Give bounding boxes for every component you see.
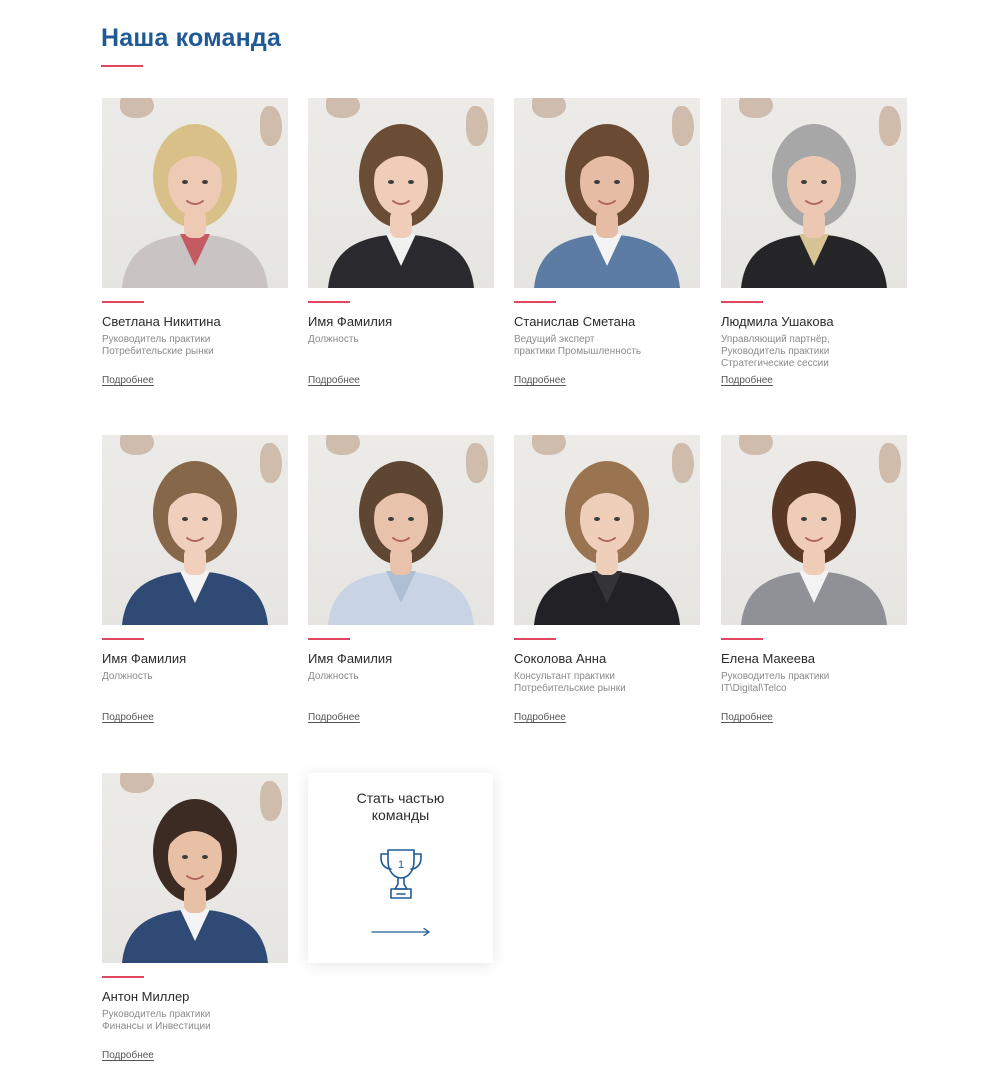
more-link[interactable]: Подробнее <box>308 712 360 723</box>
member-role: Управляющий партнёр, Руководитель практи… <box>721 334 830 369</box>
trophy-icon: 1 <box>380 849 422 899</box>
more-link[interactable]: Подробнее <box>102 712 154 723</box>
team-member-card: Елена Макеева Руководитель практики IT\D… <box>721 435 907 725</box>
team-member-card: Антон Миллер Руководитель практики Финан… <box>102 773 288 1063</box>
card-divider <box>102 638 144 640</box>
member-role: Должность <box>308 671 359 682</box>
team-member-card: Имя Фамилия Должность Подробнее <box>102 435 288 725</box>
portrait <box>741 124 887 288</box>
more-link[interactable]: Подробнее <box>514 375 566 386</box>
portrait <box>122 799 268 963</box>
member-name: Соколова Анна <box>514 651 607 666</box>
team-member-card: Имя Фамилия Должность Подробнее <box>308 435 494 725</box>
card-divider <box>102 976 144 978</box>
portrait <box>328 124 474 288</box>
member-photo <box>102 773 288 963</box>
portrait <box>534 461 680 625</box>
member-role: Должность <box>308 334 359 345</box>
member-name: Людмила Ушакова <box>721 314 834 329</box>
member-name: Имя Фамилия <box>102 651 187 666</box>
team-member-card: Станислав Сметана Ведущий эксперт практи… <box>514 98 700 388</box>
member-name: Станислав Сметана <box>514 314 636 329</box>
member-photo <box>514 98 700 288</box>
member-name: Светлана Никитина <box>102 314 221 329</box>
arrow-right-icon[interactable] <box>371 927 431 937</box>
team-member-card: Имя Фамилия Должность Подробнее <box>308 98 494 388</box>
team-member-card: Людмила Ушакова Управляющий партнёр, Рук… <box>721 98 907 388</box>
card-divider <box>721 301 763 303</box>
more-link[interactable]: Подробнее <box>102 1050 154 1061</box>
member-role: Руководитель практики Финансы и Инвестиц… <box>102 1009 211 1032</box>
card-divider <box>514 301 556 303</box>
more-link[interactable]: Подробнее <box>721 375 773 386</box>
member-photo <box>308 435 494 625</box>
section-title: Наша команда <box>101 24 282 52</box>
card-divider <box>102 301 144 303</box>
more-link[interactable]: Подробнее <box>514 712 566 723</box>
member-photo <box>102 98 288 288</box>
trophy-number: 1 <box>398 859 404 871</box>
more-link[interactable]: Подробнее <box>102 375 154 386</box>
join-team-card[interactable]: Стать частью команды 1 <box>308 773 493 963</box>
member-role: Должность <box>102 671 153 682</box>
portrait <box>741 461 887 625</box>
member-photo <box>102 435 288 625</box>
member-role: Ведущий эксперт практики Промышленность <box>514 334 642 357</box>
member-photo <box>308 98 494 288</box>
member-name: Имя Фамилия <box>308 314 393 329</box>
member-photo <box>514 435 700 625</box>
more-link[interactable]: Подробнее <box>308 375 360 386</box>
card-divider <box>308 301 350 303</box>
portrait <box>328 461 474 625</box>
portrait <box>122 124 268 288</box>
card-divider <box>721 638 763 640</box>
member-photo <box>721 435 907 625</box>
title-divider <box>101 65 143 67</box>
more-link[interactable]: Подробнее <box>721 712 773 723</box>
card-divider <box>514 638 556 640</box>
member-role: Руководитель практики Потребительские ры… <box>102 334 214 357</box>
join-team-title: Стать частью команды <box>356 790 445 823</box>
team-member-card: Светлана Никитина Руководитель практики … <box>102 98 288 388</box>
member-name: Антон Миллер <box>102 989 190 1004</box>
member-role: Руководитель практики IT\Digital\Telco <box>721 671 830 694</box>
team-page: Наша команда Светлана Никитина Руководит… <box>0 0 1000 1092</box>
portrait <box>534 124 680 288</box>
member-role: Консультант практики Потребительские рын… <box>514 671 626 694</box>
member-name: Елена Макеева <box>721 651 815 666</box>
portrait <box>122 461 268 625</box>
member-name: Имя Фамилия <box>308 651 393 666</box>
card-divider <box>308 638 350 640</box>
member-photo <box>721 98 907 288</box>
team-member-card: Соколова Анна Консультант практики Потре… <box>514 435 700 725</box>
